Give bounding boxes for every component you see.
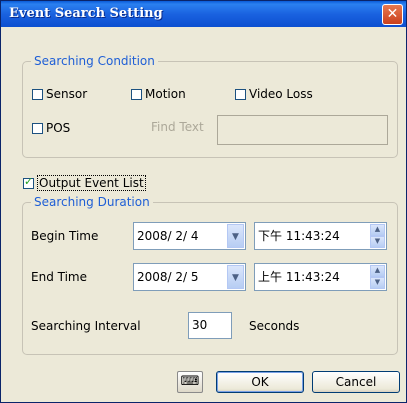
chevron-down-icon: ▼ xyxy=(232,232,239,242)
begin-date-value: 2008/ 2/ 4 xyxy=(137,229,199,243)
sensor-label: Sensor xyxy=(46,87,88,101)
spin-down-button[interactable]: ▼ xyxy=(370,236,385,248)
seconds-unit-label: Seconds xyxy=(249,319,300,333)
spin-up-icon: ▲ xyxy=(374,266,381,274)
spin-down-icon: ▼ xyxy=(374,237,381,245)
close-icon: ✕ xyxy=(386,6,399,22)
window-title: Event Search Setting xyxy=(9,6,163,21)
searching-duration-title: Searching Duration xyxy=(31,195,153,209)
end-time-spinner[interactable]: 上午 11:43:24 ▲ ▼ xyxy=(254,263,387,291)
ok-button[interactable]: OK xyxy=(216,371,304,393)
end-date-picker[interactable]: 2008/ 2/ 5 ▼ xyxy=(133,263,246,291)
output-event-list-checkbox[interactable]: Output Event List xyxy=(23,175,146,191)
motion-checkbox[interactable]: Motion xyxy=(131,87,186,101)
spin-down-button[interactable]: ▼ xyxy=(370,277,385,289)
end-date-dropdown-button[interactable]: ▼ xyxy=(227,265,244,289)
keyboard-icon: ⌨ xyxy=(180,374,200,389)
begin-time-label: Begin Time xyxy=(31,229,99,243)
video-loss-checkbox[interactable]: Video Loss xyxy=(235,87,313,101)
output-event-list-checkbox-box[interactable] xyxy=(23,175,34,189)
spin-down-icon: ▼ xyxy=(374,278,381,286)
begin-date-picker[interactable]: 2008/ 2/ 4 ▼ xyxy=(133,222,246,250)
begin-time-spin: ▲ ▼ xyxy=(370,224,385,248)
event-search-dialog: Event Search Setting ✕ Searching Conditi… xyxy=(0,0,407,403)
end-date-value: 2008/ 2/ 5 xyxy=(137,270,199,284)
close-button[interactable]: ✕ xyxy=(382,4,403,25)
begin-date-dropdown-button[interactable]: ▼ xyxy=(227,224,244,248)
chevron-down-icon: ▼ xyxy=(232,273,239,283)
spin-up-icon: ▲ xyxy=(374,225,381,233)
motion-checkbox-box[interactable] xyxy=(131,88,142,100)
pos-checkbox-box[interactable] xyxy=(32,122,43,134)
sensor-checkbox[interactable]: Sensor xyxy=(32,87,87,101)
cancel-button[interactable]: Cancel xyxy=(312,371,400,393)
output-event-list-label: Output Event List xyxy=(37,175,146,191)
end-time-spin: ▲ ▼ xyxy=(370,265,385,289)
begin-time-value: 下午 11:43:24 xyxy=(258,229,340,243)
video-loss-label: Video Loss xyxy=(249,87,313,101)
virtual-keyboard-button[interactable]: ⌨ xyxy=(177,371,203,393)
end-time-value: 上午 11:43:24 xyxy=(258,270,340,284)
pos-checkbox[interactable]: POS xyxy=(32,121,70,135)
pos-label: POS xyxy=(46,121,71,135)
begin-time-spinner[interactable]: 下午 11:43:24 ▲ ▼ xyxy=(254,222,387,250)
searching-condition-title: Searching Condition xyxy=(31,54,158,68)
find-text-label: Find Text xyxy=(151,120,204,134)
sensor-checkbox-box[interactable] xyxy=(32,88,43,100)
end-time-label: End Time xyxy=(31,270,87,284)
searching-interval-input[interactable]: 30 xyxy=(188,312,232,339)
searching-interval-label: Searching Interval xyxy=(31,319,141,333)
spin-up-button[interactable]: ▲ xyxy=(370,224,385,236)
title-bar[interactable]: Event Search Setting ✕ xyxy=(1,1,406,27)
find-text-input[interactable] xyxy=(217,115,388,145)
video-loss-checkbox-box[interactable] xyxy=(235,88,246,100)
spin-up-button[interactable]: ▲ xyxy=(370,265,385,277)
motion-label: Motion xyxy=(145,87,186,101)
